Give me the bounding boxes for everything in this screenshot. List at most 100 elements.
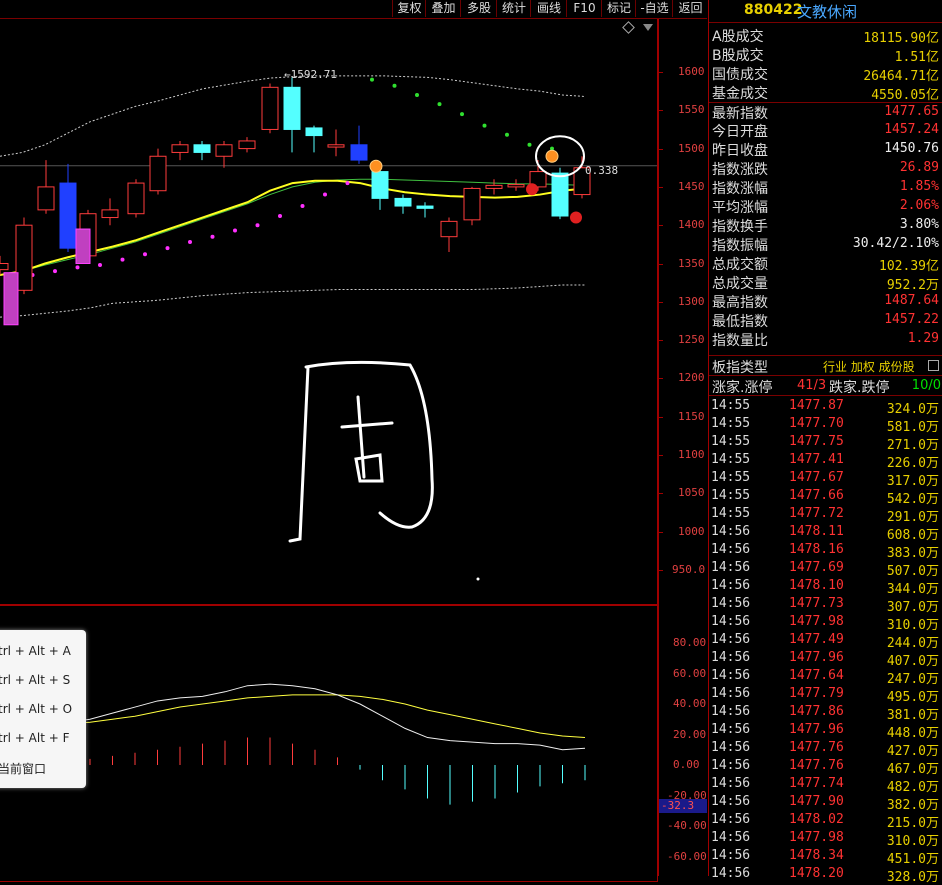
grid-icon[interactable] [928, 360, 939, 371]
dropdown-arrow-icon[interactable] [643, 24, 653, 31]
main-y-tick-mark [659, 263, 663, 265]
info-value-group: 18115.90亿 [863, 27, 939, 46]
toolbar-button-1[interactable]: 叠加 [425, 0, 461, 17]
tick-volume-group: 495.0万 [887, 686, 939, 705]
info-value-group: 4550.05亿 [871, 84, 939, 103]
tick-row: 14:56 1477.64 247.0万 [709, 668, 942, 687]
tick-unit: 万 [925, 708, 939, 723]
down-label: 跌家.跌停 [829, 380, 890, 396]
sell-marker [526, 183, 538, 196]
sar-dot [98, 263, 102, 268]
toolbar-button-7[interactable]: -自选 [635, 0, 673, 17]
info-value-group: 1487.64 [884, 293, 939, 308]
tick-volume-group: 608.0万 [887, 524, 939, 543]
tick-volume: 383.0 [886, 546, 926, 561]
macd-y-tick-label: 20.00 [673, 727, 707, 741]
tick-time: 14:56 [711, 668, 751, 683]
popup-item-2[interactable]: trl + Alt + O [0, 702, 72, 720]
tick-price: 1477.75 [789, 434, 844, 449]
candle-body [215, 144, 233, 157]
tick-volume: 307.0 [886, 600, 926, 615]
macd-current-label: -32.3 [659, 799, 707, 813]
tick-time: 14:56 [711, 560, 751, 575]
main-y-tick-label: 1000 [678, 524, 705, 538]
tick-row: 14:55 1477.72 291.0万 [709, 506, 942, 525]
tick-volume: 344.0 [886, 582, 926, 597]
toolbar-button-6[interactable]: 标记 [601, 0, 636, 17]
popup-item-0[interactable]: trl + Alt + A [0, 644, 71, 662]
info-row: 最新指数 1477.65 [709, 102, 942, 122]
tick-volume: 271.0 [886, 438, 926, 453]
sar-dot [415, 92, 419, 97]
info-label: 今日开盘 [712, 124, 768, 140]
tick-row: 14:56 1478.16 383.0万 [709, 542, 942, 561]
tick-unit: 万 [925, 582, 939, 597]
tick-row: 14:56 1478.34 451.0万 [709, 848, 942, 867]
tick-unit: 万 [925, 690, 939, 705]
candlestick-chart[interactable]: ←1592.71 0.338 [0, 19, 657, 604]
info-unit: 万 [925, 278, 939, 293]
info-row: B股成交 1.51亿 [709, 45, 942, 65]
toolbar-button-4[interactable]: 画线 [530, 0, 567, 17]
tick-unit: 万 [925, 834, 939, 849]
tick-unit: 万 [925, 438, 939, 453]
cursor-dot [476, 577, 480, 581]
sar-dot [300, 204, 305, 209]
toolbar-button-2[interactable]: 多股 [460, 0, 497, 17]
sar-dot [165, 246, 170, 251]
main-y-tick-mark [659, 225, 663, 227]
toolbar-button-3[interactable]: 统计 [496, 0, 531, 17]
macd-chart[interactable] [0, 606, 657, 876]
tick-price: 1477.76 [789, 758, 844, 773]
tick-price: 1477.96 [789, 650, 844, 665]
sar-dot [255, 223, 260, 228]
tick-volume: 407.0 [886, 654, 926, 669]
index-code: 880422 [744, 2, 803, 18]
tick-unit: 万 [925, 852, 939, 867]
board-type-label: 板指类型 [712, 360, 768, 376]
tick-volume-group: 271.0万 [887, 434, 939, 453]
info-row: 总成交量 952.2万 [709, 273, 942, 293]
sar-dot [233, 228, 237, 233]
popup-item-1[interactable]: trl + Alt + S [0, 673, 70, 691]
toolbar-button-5[interactable]: F10 [566, 0, 602, 17]
index-name: 文教休闲 [797, 3, 858, 21]
main-y-tick-mark [659, 186, 663, 188]
info-value-group: 102.39亿 [879, 255, 939, 274]
tick-unit: 万 [925, 636, 939, 651]
tick-price: 1477.66 [789, 488, 844, 503]
sar-dot [323, 192, 327, 197]
info-label: 昨日收盘 [712, 143, 768, 159]
info-row: 指数换手 3.80% [709, 216, 942, 235]
tick-volume-group: 427.0万 [887, 740, 939, 759]
candle-body-magenta [75, 228, 91, 264]
info-label: A股成交 [712, 29, 764, 45]
toolbar-button-0[interactable]: 复权 [392, 0, 426, 17]
info-value-group: 1457.24 [884, 122, 939, 137]
main-y-tick-mark [659, 416, 663, 418]
macd-y-tick-label: 80.00 [673, 636, 707, 649]
candle-body [463, 187, 481, 221]
tick-row: 14:56 1477.73 307.0万 [709, 596, 942, 615]
main-y-tick-label: 1350 [678, 256, 705, 270]
tick-volume-group: 467.0万 [887, 758, 939, 777]
main-y-tick-label: 1450 [678, 179, 705, 193]
tick-time: 14:56 [711, 542, 751, 557]
popup-item-3[interactable]: trl + Alt + F [0, 731, 70, 749]
tick-row: 14:56 1477.69 507.0万 [709, 560, 942, 579]
board-type-value[interactable]: 行业 加权 成份股 [823, 358, 915, 375]
toolbar-button-8[interactable]: 返回 [672, 0, 708, 17]
main-y-tick-label: 1100 [678, 448, 705, 461]
info-row: 总成交额 102.39亿 [709, 254, 942, 274]
panel-title-bar: 880422 文教休闲 [709, 0, 942, 23]
tick-unit: 万 [925, 564, 939, 579]
down-value: 10/0 [911, 378, 941, 393]
popup-item-4[interactable]: 当前窗口 [0, 760, 46, 778]
candle-body [305, 127, 323, 137]
main-y-tick-mark [659, 148, 663, 150]
tick-time: 14:56 [711, 722, 751, 737]
tick-volume: 382.0 [886, 798, 926, 813]
tick-volume-group: 581.0万 [887, 416, 939, 435]
info-unit: 亿 [925, 31, 939, 46]
tick-price: 1478.11 [789, 524, 844, 539]
